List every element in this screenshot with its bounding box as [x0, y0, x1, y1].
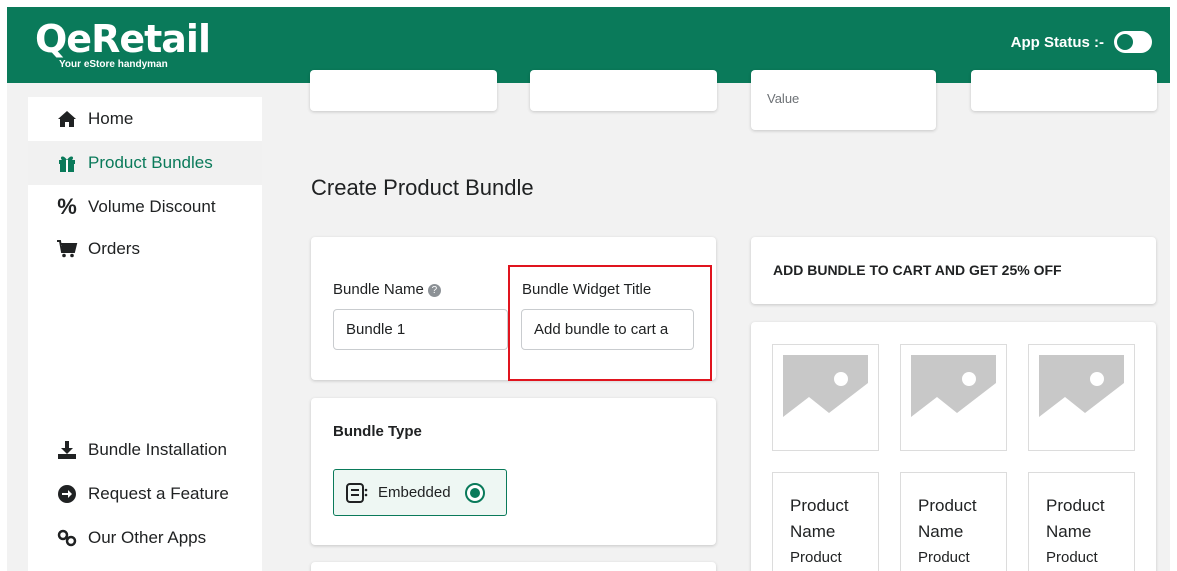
sidebar-item-label: Volume Discount: [88, 197, 216, 216]
sidebar-item-label: Bundle Installation: [88, 440, 227, 459]
help-icon[interactable]: ?: [427, 283, 441, 297]
product-image-placeholder: [772, 344, 879, 451]
brand-logo[interactable]: QeRetail Your eStore handyman: [35, 17, 211, 70]
stat-card: [530, 70, 717, 111]
stat-card: Value: [751, 70, 936, 130]
stat-card-label: Value: [767, 91, 800, 106]
product-image-placeholder: [900, 344, 1007, 451]
home-icon: [55, 110, 79, 128]
sidebar-item-label: Our Other Apps: [88, 528, 207, 547]
sidebar-item-bundle-installation[interactable]: Bundle Installation: [28, 428, 262, 472]
sidebar-item-volume-discount[interactable]: % Volume Discount: [28, 185, 262, 229]
product-name: Product Name: [1046, 496, 1105, 541]
product-info: Product Name Product: [900, 472, 1007, 571]
sidebar-item-product-bundles[interactable]: Product Bundles: [28, 141, 262, 185]
image-placeholder-icon: [911, 355, 996, 440]
product-name: Product Name: [918, 496, 977, 541]
highlight-box: [508, 265, 712, 381]
page-title: Create Product Bundle: [311, 175, 534, 200]
app-status: App Status :-: [1011, 31, 1152, 53]
percent-icon: %: [57, 194, 77, 219]
embedded-label: Embedded: [378, 484, 451, 501]
bundle-name-label-text: Bundle Name: [333, 281, 424, 298]
cart-icon: [55, 240, 79, 258]
sidebar-item-label: Orders: [88, 239, 140, 258]
product-image-placeholder: [1028, 344, 1135, 451]
sidebar-item-other-apps[interactable]: Our Other Apps: [28, 516, 262, 560]
bundle-name-label: Bundle Name?: [333, 281, 441, 298]
sidebar-item-label: Product Bundles: [88, 153, 213, 172]
next-card: [311, 562, 716, 571]
bundle-type-option-embedded[interactable]: Embedded: [333, 469, 507, 516]
stat-card: [310, 70, 497, 111]
sidebar-item-label: Request a Feature: [88, 484, 229, 503]
product-subtext: Product: [790, 549, 842, 566]
promo-text: ADD BUNDLE TO CART AND GET 25% OFF: [773, 262, 1062, 278]
download-icon: [55, 441, 79, 459]
product-info: Product Name Product: [772, 472, 879, 571]
product-subtext: Product: [1046, 549, 1098, 566]
bundle-name-input[interactable]: [333, 309, 508, 350]
image-placeholder-icon: [783, 355, 868, 440]
sidebar-item-home[interactable]: Home: [28, 97, 262, 141]
logo-tagline: Your eStore handyman: [59, 59, 168, 70]
stat-card: [971, 70, 1157, 111]
app-status-label: App Status :-: [1010, 33, 1104, 51]
link-icon: [55, 529, 79, 547]
product-info: Product Name Product: [1028, 472, 1135, 571]
image-placeholder-icon: [1039, 355, 1124, 440]
sidebar-item-label: Home: [88, 109, 134, 128]
product-name: Product Name: [790, 496, 849, 541]
sidebar: Home Product Bundles % Volume Discount O…: [28, 97, 262, 571]
sidebar-item-orders[interactable]: Orders: [28, 229, 262, 269]
sidebar-item-request-feature[interactable]: Request a Feature: [28, 472, 262, 516]
app-status-toggle[interactable]: [1114, 31, 1152, 53]
gift-icon: [55, 154, 79, 172]
embedded-icon: [346, 482, 368, 503]
bundle-type-title: Bundle Type: [333, 423, 422, 440]
embedded-radio[interactable]: [464, 482, 485, 503]
arrow-circle-icon: [55, 485, 79, 503]
logo-text: QeRetail: [35, 17, 211, 61]
product-subtext: Product: [918, 549, 970, 566]
